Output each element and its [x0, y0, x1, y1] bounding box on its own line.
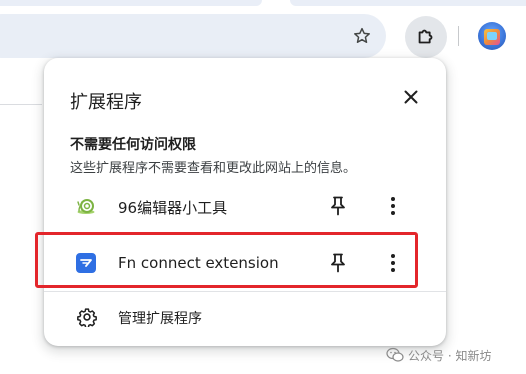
close-button[interactable] [400, 86, 422, 108]
more-vert-icon [391, 254, 395, 272]
extension-item-fn-connect[interactable]: Fn connect extension [35, 232, 446, 288]
page-divider [0, 104, 42, 105]
profile-button[interactable] [476, 20, 508, 52]
more-options-button[interactable] [381, 251, 405, 275]
extension-item-96-editor[interactable]: 96编辑器小工具 [44, 181, 446, 231]
tab-strip-left [0, 0, 262, 6]
extension-name: Fn connect extension [118, 254, 279, 272]
section-description: 这些扩展程序不需要查看和更改此网站上的信息。 [70, 161, 357, 176]
bookmark-star-button[interactable] [344, 18, 380, 54]
extensions-button[interactable] [405, 16, 447, 58]
extensions-popup: 扩展程序 不需要任何访问权限 这些扩展程序不需要查看和更改此网站上的信息。 96… [35, 58, 446, 346]
pin-icon [331, 253, 345, 273]
popup-divider [44, 291, 446, 292]
star-icon [354, 27, 370, 43]
pin-button[interactable] [326, 194, 350, 218]
avatar [478, 22, 506, 50]
watermark-text: 公众号 · 知新坊 [408, 348, 492, 363]
section-heading: 不需要任何访问权限 [70, 137, 196, 153]
watermark: 公众号 · 知新坊 [386, 345, 491, 365]
pin-icon [331, 196, 345, 216]
wechat-icon [386, 347, 404, 362]
snail-icon [76, 196, 96, 216]
more-options-button[interactable] [381, 194, 405, 218]
popup-title: 扩展程序 [70, 92, 142, 113]
extension-name: 96编辑器小工具 [118, 199, 228, 217]
puzzle-icon [418, 29, 433, 44]
manage-extensions-button[interactable]: 管理扩展程序 [44, 294, 446, 340]
gear-icon [76, 306, 98, 328]
pin-button[interactable] [326, 251, 350, 275]
more-vert-icon [391, 197, 395, 215]
address-bar[interactable] [0, 14, 386, 58]
close-icon [404, 90, 418, 104]
manage-extensions-label: 管理扩展程序 [118, 311, 202, 327]
avatar-detail [487, 32, 497, 40]
fn-connect-icon [76, 253, 96, 273]
browser-tab-strip [0, 0, 526, 6]
toolbar-divider [458, 26, 459, 46]
tab-strip-right [290, 0, 526, 6]
